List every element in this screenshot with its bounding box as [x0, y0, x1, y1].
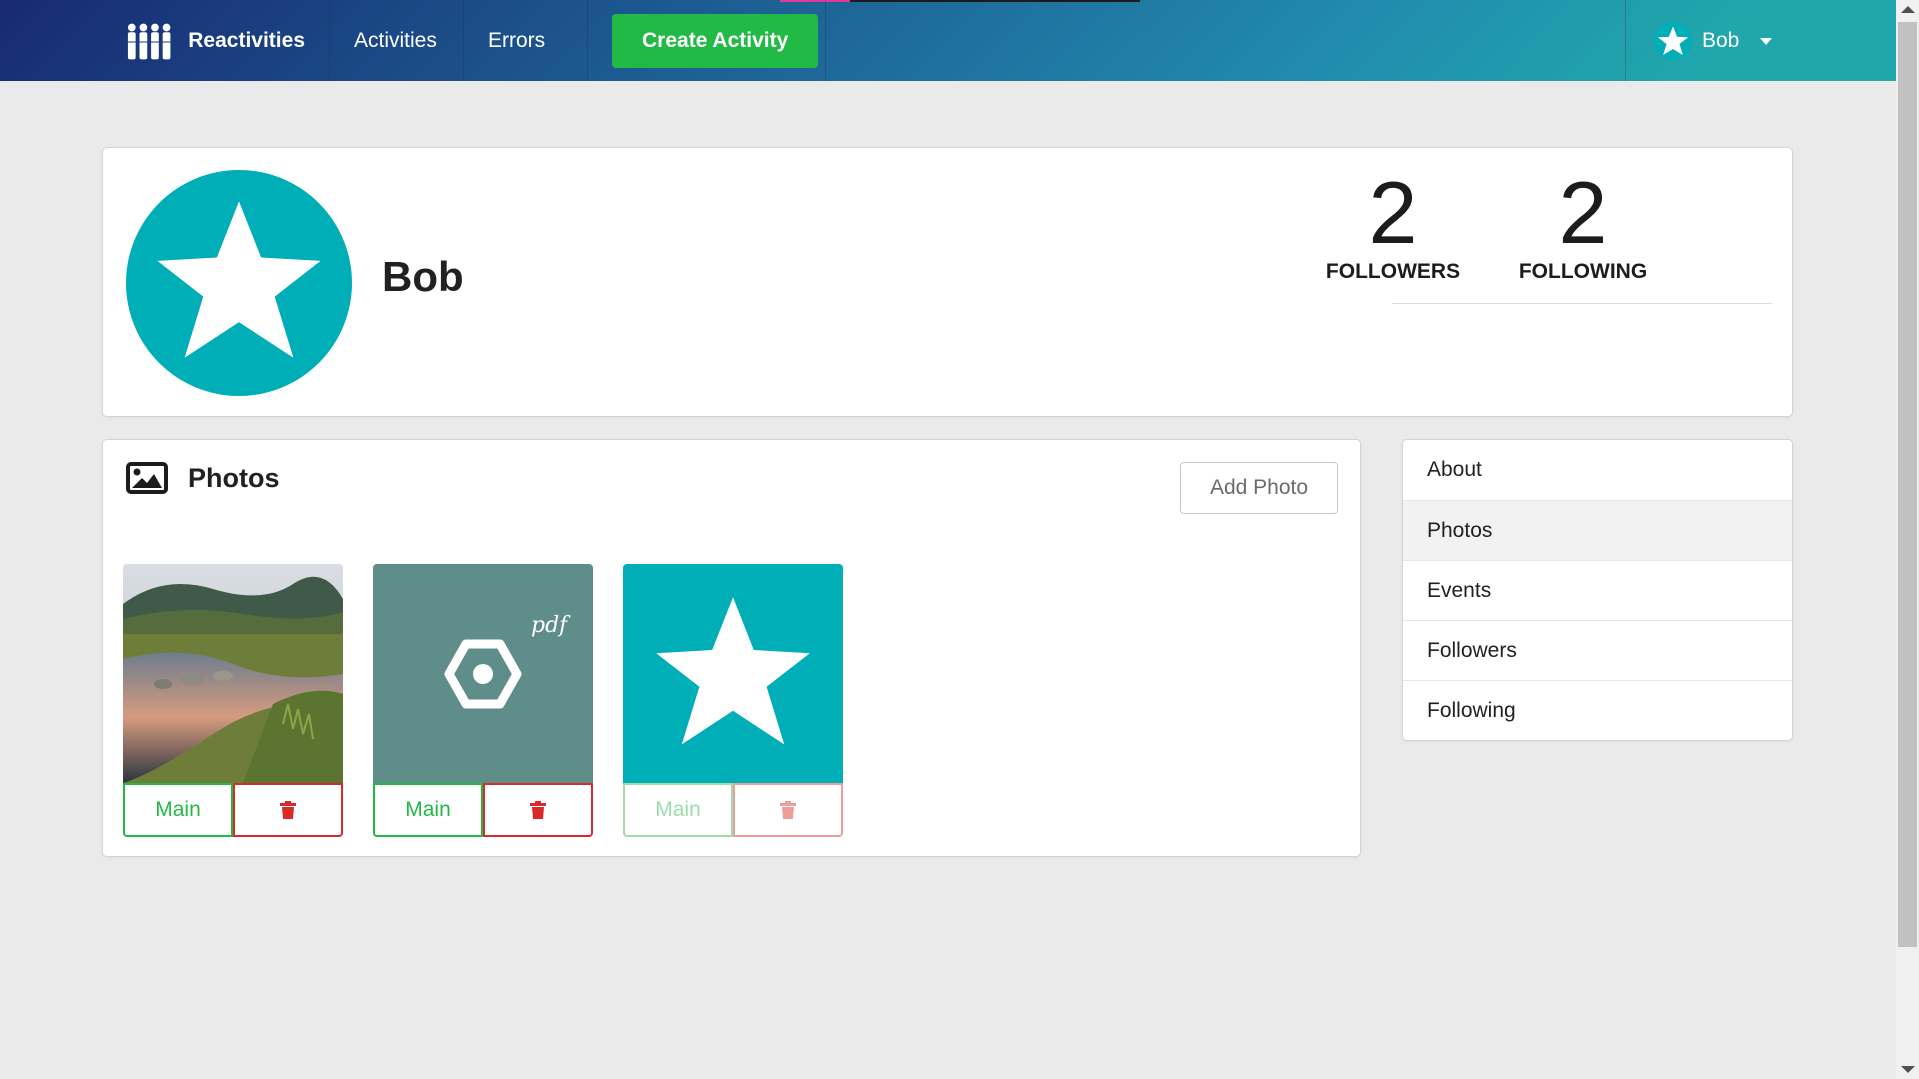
profile-menu: About Photos Events Followers Following	[1403, 440, 1792, 740]
trash-icon	[530, 801, 546, 819]
trash-icon	[780, 801, 796, 819]
user-name: Bob	[1702, 28, 1740, 52]
menu-item-events[interactable]: Events	[1403, 560, 1792, 620]
nav-errors[interactable]: Errors	[464, 0, 588, 81]
photo-actions: Main	[623, 783, 843, 837]
page-scrollbar[interactable]	[1896, 0, 1919, 1079]
add-photo-button[interactable]: Add Photo	[1180, 462, 1338, 514]
photo-actions: Main	[373, 783, 593, 837]
delete-photo-button[interactable]	[483, 783, 593, 837]
star-avatar-icon	[157, 201, 321, 358]
photo-actions: Main	[123, 783, 343, 837]
star-avatar-icon	[656, 596, 810, 744]
followers-stat: 2 FOLLOWERS	[1313, 168, 1473, 284]
pdf-label: pdf	[531, 613, 571, 638]
profile-name: Bob	[382, 253, 464, 300]
following-stat: 2 FOLLOWING	[1503, 168, 1663, 284]
photo-card: pdf Main	[373, 564, 593, 837]
menu-item-followers[interactable]: Followers	[1403, 620, 1792, 680]
stats-divider	[1392, 303, 1772, 304]
photos-header: Photos	[126, 462, 280, 494]
create-activity-button[interactable]: Create Activity	[612, 13, 819, 68]
image-icon	[126, 462, 168, 494]
photos-title: Photos	[188, 462, 280, 493]
top-navbar: Reactivities Activities Errors Create Ac…	[0, 0, 1896, 81]
profile-avatar	[126, 170, 352, 396]
star-avatar-icon	[1654, 21, 1692, 60]
set-main-button[interactable]: Main	[623, 783, 733, 837]
trash-icon	[280, 801, 296, 819]
star-avatar-photo	[623, 564, 843, 783]
set-main-button[interactable]: Main	[123, 783, 233, 837]
nav-create-container: Create Activity	[588, 0, 826, 81]
scroll-down-arrow-icon[interactable]	[1901, 1066, 1915, 1073]
landscape-photo	[123, 564, 343, 783]
set-main-button[interactable]: Main	[373, 783, 483, 837]
nav-activities-label: Activities	[354, 28, 437, 52]
brand-link[interactable]: Reactivities	[102, 0, 330, 81]
nav-errors-label: Errors	[488, 28, 546, 52]
scroll-up-arrow-icon[interactable]	[1901, 6, 1915, 13]
user-dropdown[interactable]: Bob	[1625, 0, 1896, 81]
menu-item-about[interactable]: About	[1403, 440, 1792, 500]
profile-header-card: Bob 2 FOLLOWERS 2 FOLLOWING	[103, 148, 1792, 416]
photos-panel: Photos Add Photo Main pdf Main Main	[103, 440, 1360, 856]
following-count: 2	[1558, 163, 1608, 262]
menu-item-photos[interactable]: Photos	[1403, 500, 1792, 560]
scroll-thumb[interactable]	[1898, 22, 1917, 947]
photo-card: Main	[123, 564, 343, 837]
followers-count: 2	[1368, 163, 1418, 262]
caret-down-icon	[1760, 37, 1773, 45]
following-label: FOLLOWING	[1518, 260, 1648, 283]
brand-label: Reactivities	[188, 28, 305, 52]
menu-item-following[interactable]: Following	[1403, 680, 1792, 740]
nav-activities[interactable]: Activities	[330, 0, 464, 81]
photo-card: Main	[623, 564, 843, 837]
delete-photo-button[interactable]	[233, 783, 343, 837]
followers-label: FOLLOWERS	[1325, 260, 1461, 283]
people-icon	[127, 23, 173, 59]
pdf-document-photo: pdf	[373, 564, 593, 783]
delete-photo-button[interactable]	[733, 783, 843, 837]
